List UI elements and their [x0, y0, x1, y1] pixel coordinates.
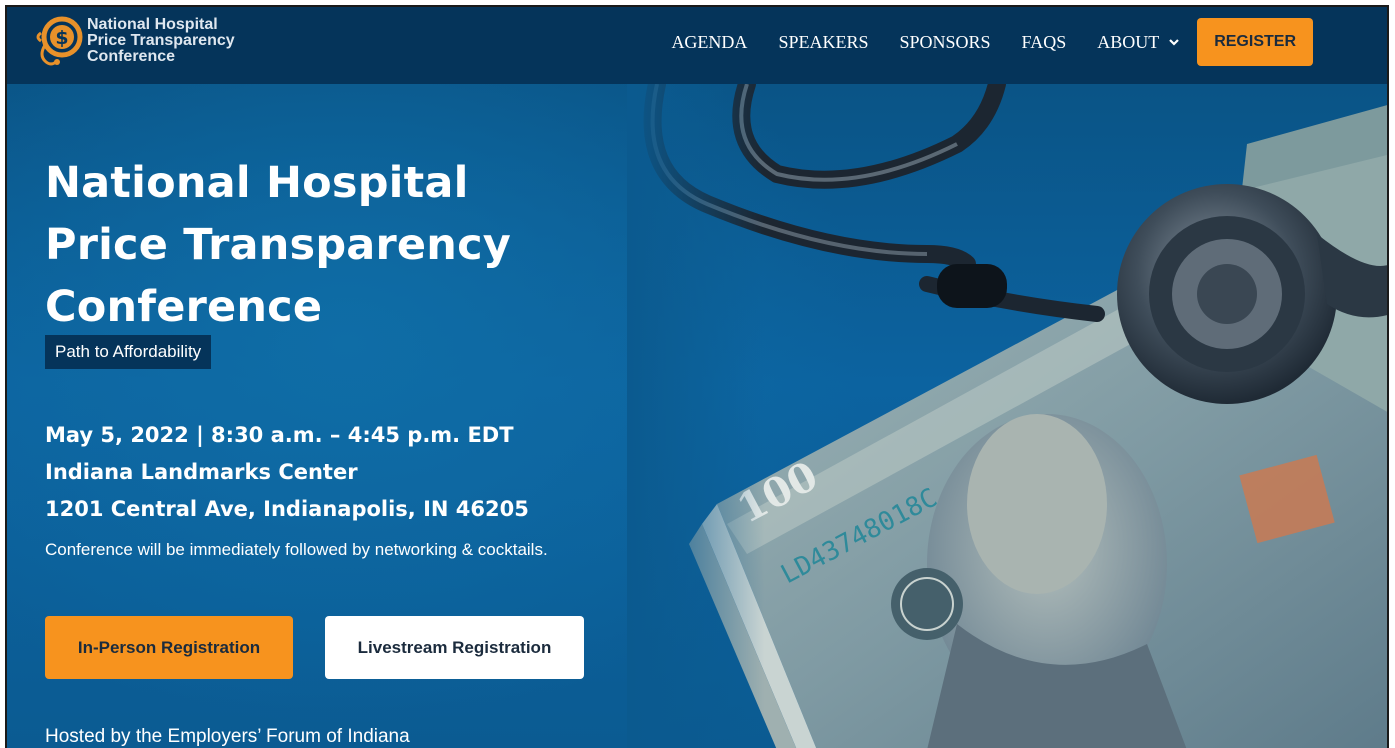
dollar-stethoscope-logo-icon: $ [36, 16, 83, 66]
title-line: Conference [45, 282, 323, 332]
event-address: 1201 Central Ave, Indianapolis, IN 46205 [45, 497, 529, 521]
stethoscope-money-image: LD43748018C 100 [627, 84, 1387, 748]
browser-viewport: $ National Hospital Price Transparency C… [5, 5, 1389, 748]
logo-text: National Hospital Price Transparency Con… [87, 17, 235, 65]
title-line: National Hospital [45, 158, 469, 208]
hosted-by-text: Hosted by the Employers’ Forum of Indian… [45, 726, 410, 747]
event-details: May 5, 2022 | 8:30 a.m. – 4:45 p.m. EDT … [45, 417, 529, 528]
logo-line: National Hospital [87, 16, 218, 33]
page-title: National Hospital Price Transparency Con… [45, 152, 511, 338]
nav-faqs[interactable]: FAQS [1022, 32, 1067, 53]
chevron-down-icon [1169, 39, 1179, 46]
site-logo[interactable]: $ National Hospital Price Transparency C… [31, 13, 271, 73]
in-person-registration-button[interactable]: In-Person Registration [45, 616, 293, 679]
nav-agenda[interactable]: AGENDA [671, 32, 747, 53]
logo-line: Conference [87, 48, 176, 65]
nav-about-label: ABOUT [1097, 31, 1160, 52]
event-date-time: May 5, 2022 | 8:30 a.m. – 4:45 p.m. EDT [45, 423, 514, 447]
top-navigation: $ National Hospital Price Transparency C… [7, 7, 1387, 84]
networking-note: Conference will be immediately followed … [45, 540, 548, 559]
nav-about[interactable]: ABOUT [1097, 32, 1179, 53]
register-button[interactable]: REGISTER [1197, 18, 1313, 66]
hero-section: LD43748018C 100 National Hospital Price … [7, 84, 1387, 748]
livestream-registration-button[interactable]: Livestream Registration [325, 616, 584, 679]
tagline-badge: Path to Affordability [45, 335, 212, 369]
nav-sponsors[interactable]: SPONSORS [899, 32, 990, 53]
title-line: Price Transparency [45, 220, 512, 270]
nav-links: AGENDA SPEAKERS SPONSORS FAQS ABOUT REGI… [640, 18, 1313, 66]
svg-text:$: $ [55, 27, 68, 49]
logo-line: Price Transparency [87, 32, 235, 49]
event-venue: Indiana Landmarks Center [45, 460, 358, 484]
nav-speakers[interactable]: SPEAKERS [778, 32, 868, 53]
